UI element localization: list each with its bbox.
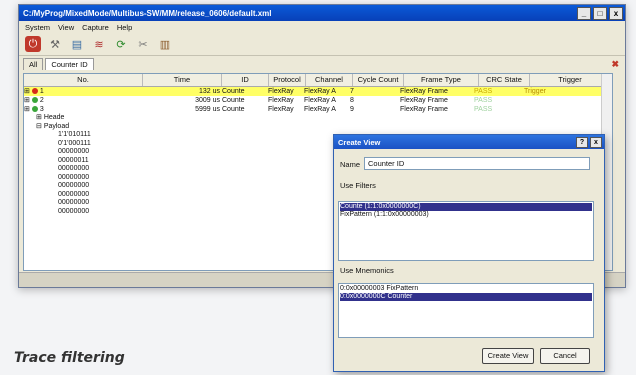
table-row[interactable]: ⊞ 1 132 us Counte FlexRay FlexRay A 7 FlexRay F… (24, 87, 612, 96)
menu-view[interactable]: View (58, 23, 74, 32)
cell-crc: PASS (474, 88, 493, 95)
col-protocol[interactable]: Protocol (269, 74, 306, 86)
title-bar: C:/MyProg/MixedMode/Multibus-SW/MM/relea… (19, 5, 625, 21)
status-dot-icon (31, 106, 38, 113)
dialog-title-bar: Create View ? x (334, 135, 604, 149)
table-row[interactable]: ⊞ 3 5999 us Counte FlexRay FlexRay A 9 FlexRay … (24, 105, 612, 114)
menu-help[interactable]: Help (117, 23, 132, 32)
config-icon[interactable]: ✂ (135, 36, 151, 52)
menu-bar: System View Capture Help (19, 21, 625, 33)
col-time[interactable]: Time (143, 74, 222, 86)
status-dot-icon (31, 88, 38, 95)
cell-crc: PASS (474, 106, 493, 113)
expand-icon[interactable]: ⊞ (24, 106, 30, 113)
tab-all[interactable]: All (23, 58, 44, 70)
col-no[interactable]: No. (24, 74, 143, 86)
tree-node-payload[interactable]: ⊟ Payload (30, 123, 612, 132)
help-button[interactable]: ? (576, 136, 588, 148)
cell-channel: FlexRay A (304, 88, 336, 95)
cell-crc: PASS (474, 97, 493, 104)
maximize-button[interactable]: □ (593, 6, 607, 20)
toolbar: ⏻ ⚒ ▤ ≋ ⟳ ✂ ▥ (19, 33, 625, 56)
cell-time: 5999 us (195, 106, 220, 113)
cell-protocol: FlexRay (268, 97, 294, 104)
cell-trigger: Trigger (524, 88, 546, 95)
dialog-close-button[interactable]: x (590, 136, 602, 148)
caption: Trace filtering (14, 350, 125, 366)
tab-counter-id[interactable]: Counter ID (45, 58, 94, 70)
cell-no: ⊞ 3 (24, 105, 142, 114)
filter-icon[interactable]: ≋ (91, 36, 107, 52)
table-header: No. Time ID Protocol Channel Cycle Count… (24, 74, 612, 87)
list-item[interactable]: 0:0x00000003 FixPattern (340, 285, 592, 293)
minimize-button[interactable]: _ (577, 6, 591, 20)
col-cycle-count[interactable]: Cycle Count (353, 74, 404, 86)
name-label: Name (340, 160, 361, 169)
cell-channel: FlexRay A (304, 97, 336, 104)
tab-strip: All Counter ID ✖ (19, 56, 625, 70)
create-view-dialog: Create View ? x Name Counter ID Use Filt… (333, 134, 605, 372)
filters-label: Use Filters (340, 181, 376, 190)
run-icon[interactable]: ⟳ (113, 36, 129, 52)
cell-protocol: FlexRay (268, 88, 294, 95)
cell-time: 3009 us (195, 97, 220, 104)
cell-no: ⊞ 1 (24, 87, 142, 96)
row-number: 1 (39, 88, 44, 95)
row-number: 3 (39, 106, 44, 113)
cell-id: Counte (222, 88, 245, 95)
window-title: C:/MyProg/MixedMode/Multibus-SW/MM/relea… (23, 8, 272, 18)
create-view-button[interactable]: Create View (482, 348, 534, 364)
tools-icon[interactable]: ⚒ (47, 36, 63, 52)
list-item[interactable]: Counte (1:1:0x0000000C) (340, 203, 592, 211)
cell-cycle: 9 (350, 106, 354, 113)
cell-id: Counte (222, 97, 245, 104)
name-input[interactable]: Counter ID (364, 157, 590, 170)
col-trigger[interactable]: Trigger (530, 74, 611, 86)
col-frame-type[interactable]: Frame Type (404, 74, 479, 86)
cell-cycle: 7 (350, 88, 354, 95)
cell-frame: FlexRay Frame (400, 88, 448, 95)
book-icon[interactable]: ▥ (157, 36, 173, 52)
cell-no: ⊞ 2 (24, 96, 142, 105)
document-icon[interactable]: ▤ (69, 36, 85, 52)
cell-frame: FlexRay Frame (400, 97, 448, 104)
close-tab-icon[interactable]: ✖ (611, 59, 619, 70)
tree-payload-label: Payload (43, 122, 70, 130)
menu-capture[interactable]: Capture (82, 23, 109, 32)
cell-channel: FlexRay A (304, 106, 336, 113)
cell-trigger (524, 105, 604, 114)
menu-system[interactable]: System (25, 23, 50, 32)
cell-frame: FlexRay Frame (400, 106, 448, 113)
row-number: 2 (39, 97, 44, 104)
dialog-title: Create View (338, 137, 381, 147)
cell-cycle: 8 (350, 97, 354, 104)
tree-header-label: Heade (43, 114, 65, 121)
col-channel[interactable]: Channel (306, 74, 353, 86)
status-dot-icon (31, 97, 38, 104)
cancel-button[interactable]: Cancel (540, 348, 590, 364)
tree-node-header[interactable]: ⊞ Heade (30, 114, 612, 123)
list-item[interactable]: 0:0x0000000C Counter (340, 293, 592, 301)
cell-id: Counte (222, 106, 245, 113)
cell-protocol: FlexRay (268, 106, 294, 113)
mnemonics-list[interactable]: 0:0x00000003 FixPattern 0:0x0000000C Coun… (338, 283, 594, 338)
close-button[interactable]: x (609, 6, 623, 20)
mnemonics-label: Use Mnemonics (340, 266, 394, 275)
filters-list[interactable]: Counte (1:1:0x0000000C) FixPattern (1:1:0… (338, 201, 594, 261)
expand-icon[interactable]: ⊞ (24, 88, 30, 95)
col-crc-state[interactable]: CRC State (479, 74, 530, 86)
cell-trigger (524, 96, 604, 105)
table-row[interactable]: ⊞ 2 3009 us Counte FlexRay FlexRay A 8 FlexRay … (24, 96, 612, 105)
expand-icon[interactable]: ⊞ (24, 97, 30, 104)
col-id[interactable]: ID (222, 74, 269, 86)
record-icon[interactable]: ⏻ (25, 36, 41, 52)
list-item[interactable]: FixPattern (1:1:0x00000003) (340, 211, 592, 219)
cell-time: 132 us (198, 88, 220, 95)
